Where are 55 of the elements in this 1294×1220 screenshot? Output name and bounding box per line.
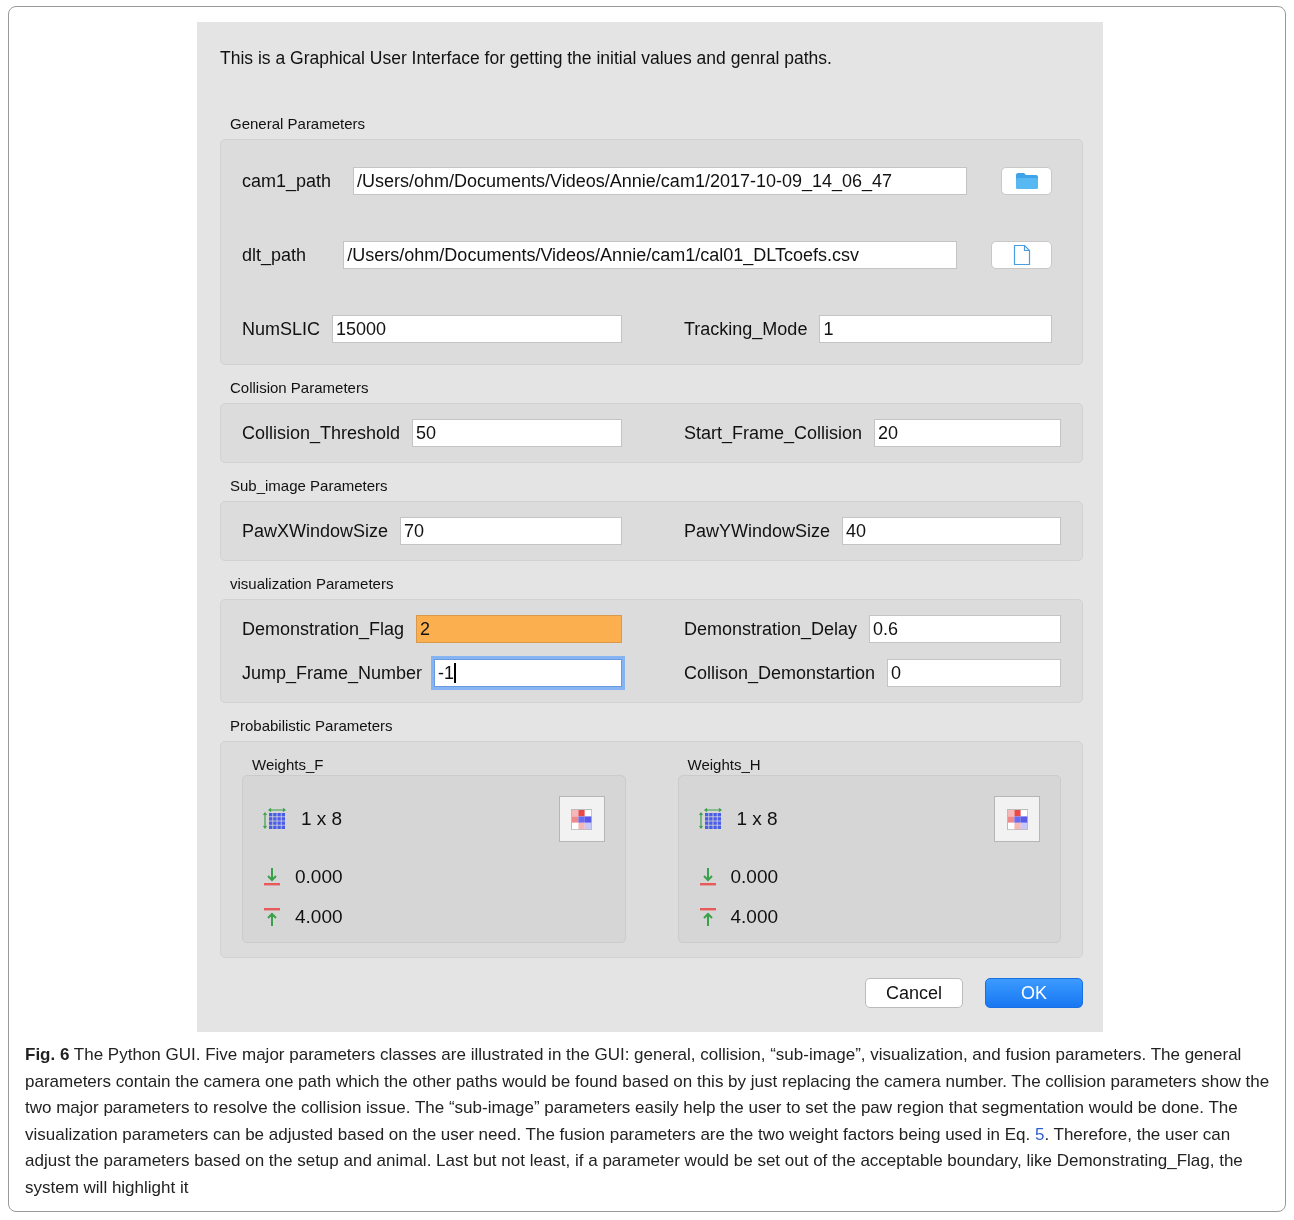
text-field[interactable]: 20	[874, 419, 1061, 447]
section-title: Collision Parameters	[230, 379, 370, 396]
matrix-title: Weights_H	[687, 756, 762, 773]
lower-bound-icon	[263, 867, 281, 887]
section-title: visualization Parameters	[230, 575, 395, 592]
section-title: General Parameters	[230, 115, 367, 132]
matrix-grid-icon	[571, 808, 592, 830]
field-label: dlt_path	[242, 244, 308, 266]
field-label: cam1_path	[242, 170, 332, 192]
field-label: PawXWindowSize	[242, 520, 389, 542]
field-label: Demonstration_Delay	[684, 618, 858, 640]
text-field[interactable]: 40	[842, 517, 1061, 545]
text-field[interactable]: 1	[819, 315, 1052, 343]
folder-icon	[1014, 172, 1039, 190]
upper-bound-icon	[263, 907, 281, 927]
text-field[interactable]: 2	[416, 615, 622, 643]
max-value: 4.000	[295, 906, 343, 928]
text-field[interactable]: 15000	[332, 315, 622, 343]
matrix-size-icon	[263, 808, 287, 830]
matrix-grid-icon	[1006, 808, 1028, 830]
text-field[interactable]: 0	[887, 659, 1061, 687]
path-field[interactable]: /Users/ohm/Documents/Videos/Annie/cam1/cal01_DLTcoefs.csv	[343, 241, 958, 269]
matrix-edit-button[interactable]	[994, 796, 1040, 842]
section-title: Sub_image Parameters	[230, 477, 389, 494]
text-field[interactable]: 50	[412, 419, 622, 447]
text-field[interactable]: 70	[400, 517, 622, 545]
browse-button[interactable]	[1001, 167, 1052, 195]
text-field[interactable]: -1	[434, 659, 622, 687]
min-value: 0.000	[295, 866, 343, 888]
field-label: Collision_Threshold	[242, 422, 401, 444]
lower-bound-icon	[698, 867, 717, 887]
intro-text: This is a Graphical User Interface for getting the initial values and genral paths.	[220, 48, 833, 69]
field-label: Collison_Demonstartion	[684, 662, 876, 684]
document-icon	[1012, 244, 1031, 266]
field-label: Demonstration_Flag	[242, 618, 405, 640]
matrix-size: 1 x 8	[736, 808, 778, 830]
dialog-button[interactable]: Cancel	[865, 978, 963, 1008]
field-label: Jump_Frame_Number	[242, 662, 423, 684]
path-field[interactable]: /Users/ohm/Documents/Videos/Annie/cam1/2017-10-09_14_06_47	[353, 167, 968, 195]
matrix-title: Weights_F	[252, 756, 325, 773]
field-label: Tracking_Mode	[684, 318, 808, 340]
equation-link[interactable]: 5	[1034, 1124, 1045, 1144]
min-value: 0.000	[730, 866, 779, 888]
text-field[interactable]: 0.6	[869, 615, 1061, 643]
matrix-size: 1 x 8	[301, 808, 343, 830]
matrix-edit-button[interactable]	[558, 796, 605, 842]
figure-caption: Fig. 6 The Python GUI. Five major parameters classes are illustrated in the GUI: general, collision, “sub-image”, visualization, and fusion parameters. The general parameters contain the camera one path which the other paths would be found based on this by just replacing the camera number. The collision parameters show the two major parameters to resolve the collision issue. The “sub-image” parameters easily help the user to set the paw region that segmentation would be done. The visualization parameters can be adjusted based on the user need. The fusion parameters are the two weight factors being used in Eq. 5. Therefore, the user can adjust the parameters based on the setup and animal. Last but not least, if a parameter would be set out of the acceptable boundary, like Demonstrating_Flag, the system will highlight it	[25, 1044, 1271, 1199]
browse-button[interactable]	[991, 241, 1052, 269]
field-label: PawYWindowSize	[684, 520, 831, 542]
field-label: NumSLIC	[242, 318, 321, 340]
upper-bound-icon	[698, 907, 717, 927]
max-value: 4.000	[730, 906, 779, 928]
section-title: Probabilistic Parameters	[230, 717, 394, 734]
matrix-size-icon	[698, 808, 723, 830]
field-label: Start_Frame_Collision	[684, 422, 863, 444]
